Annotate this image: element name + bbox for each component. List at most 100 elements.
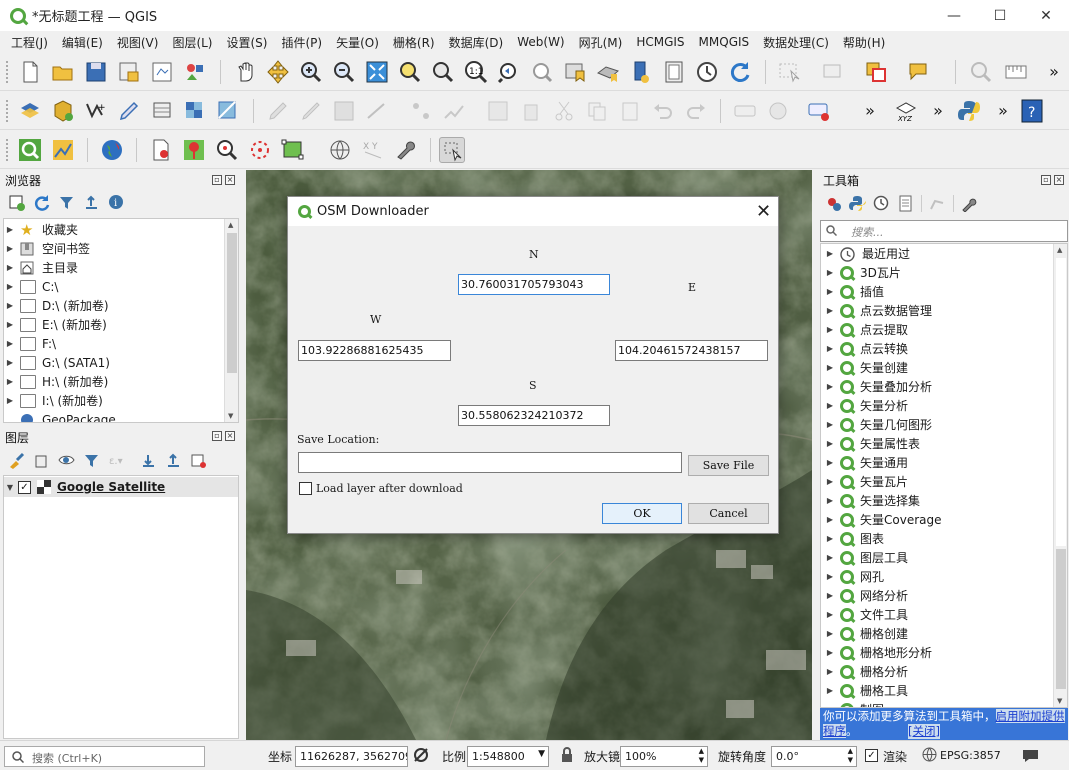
results-viewer-icon[interactable] xyxy=(897,195,914,212)
chevron-right-icon[interactable]: ▶ xyxy=(824,420,836,429)
browser-scrollbar[interactable]: ▲ ▼ xyxy=(224,219,238,422)
history-icon[interactable] xyxy=(873,195,890,212)
label-settings-icon[interactable] xyxy=(806,98,832,124)
menu-item[interactable]: 数据处理(C) xyxy=(756,34,836,51)
chevron-right-icon[interactable]: ▶ xyxy=(824,515,836,524)
zoom-next-icon[interactable] xyxy=(529,59,555,85)
data-source-manager-icon[interactable] xyxy=(17,98,43,124)
layers-float-button[interactable]: ▫ xyxy=(212,431,222,441)
vertex-tool-icon[interactable] xyxy=(408,98,434,124)
xy-tool-icon[interactable]: X Y xyxy=(360,137,386,163)
zoom-full-icon[interactable] xyxy=(364,59,390,85)
chevron-right-icon[interactable]: ▶ xyxy=(824,401,836,410)
new-3d-map-icon[interactable] xyxy=(661,59,687,85)
chevron-right-icon[interactable]: ▶ xyxy=(824,610,836,619)
ok-button[interactable]: OK xyxy=(602,503,682,524)
chevron-right-icon[interactable]: ▶ xyxy=(824,439,836,448)
browser-item[interactable]: ▶ ★ 收藏夹 xyxy=(4,220,238,239)
osm-document-icon[interactable] xyxy=(148,137,174,163)
browser-item[interactable]: ▶ D:\ (新加卷) xyxy=(4,296,238,315)
save-as-icon[interactable] xyxy=(116,59,142,85)
chevron-right-icon[interactable]: ▶ xyxy=(824,458,836,467)
model-designer-icon[interactable] xyxy=(50,137,76,163)
layer-visibility-checkbox[interactable]: ✓ xyxy=(18,480,31,494)
zoom-native-icon[interactable]: 1:1 xyxy=(463,59,489,85)
undo-icon[interactable] xyxy=(650,98,676,124)
browser-item[interactable]: ▶ I:\ (新加卷) xyxy=(4,391,238,410)
cancel-button[interactable]: Cancel xyxy=(688,503,769,524)
chevron-right-icon[interactable]: ▶ xyxy=(824,553,836,562)
lock-scale-icon[interactable] xyxy=(560,747,574,763)
chevron-right-icon[interactable]: ▶ xyxy=(824,363,836,372)
collapse-layers-icon[interactable] xyxy=(165,452,182,469)
cut-icon[interactable] xyxy=(551,98,577,124)
pan-to-selection-icon[interactable] xyxy=(265,59,291,85)
digitize-icon[interactable] xyxy=(116,98,142,124)
menu-item[interactable]: HCMGIS xyxy=(629,35,691,49)
browser-item[interactable]: GeoPackage xyxy=(4,410,238,422)
expand-arrow-icon[interactable]: ▼ xyxy=(4,483,16,492)
zoom-out-icon[interactable] xyxy=(331,59,357,85)
style-manager-icon[interactable] xyxy=(182,59,208,85)
zoom-in-icon[interactable] xyxy=(298,59,324,85)
toolbox-search-input[interactable]: 搜索... xyxy=(820,220,1068,242)
toggle-editing-icon[interactable] xyxy=(265,98,291,124)
chevron-right-icon[interactable]: ▶ xyxy=(824,325,836,334)
browser-item[interactable]: ▶ C:\ xyxy=(4,277,238,296)
toolbox-group-item[interactable]: ▶ 点云转换 xyxy=(821,339,1067,358)
scale-combobox[interactable]: 1:548800 ▼ xyxy=(467,746,549,767)
add-line-icon[interactable] xyxy=(364,98,390,124)
browser-close-button[interactable]: × xyxy=(225,175,235,185)
edit-features-icon[interactable] xyxy=(929,195,946,212)
refresh-icon[interactable] xyxy=(727,59,753,85)
remove-layer-icon[interactable] xyxy=(190,452,207,469)
magnifier-spinbox[interactable]: 100% ▲ ▼ xyxy=(620,746,708,767)
chevron-right-icon[interactable]: ▶ xyxy=(824,268,836,277)
toolbox-group-item[interactable]: ▶ 点云提取 xyxy=(821,320,1067,339)
toolbar-overflow-icon-4[interactable]: » xyxy=(990,98,1016,124)
chevron-right-icon[interactable]: ▶ xyxy=(824,477,836,486)
chevron-right-icon[interactable]: ▶ xyxy=(824,534,836,543)
toggle-extents-icon[interactable] xyxy=(412,746,430,764)
close-window-button[interactable]: ✕ xyxy=(1023,0,1069,31)
coordinate-field[interactable]: 11626287, 3562709 xyxy=(295,746,408,767)
south-input[interactable]: 30.558062324210372 xyxy=(458,405,610,426)
menu-item[interactable]: 设置(S) xyxy=(220,34,275,51)
filter-browser-icon[interactable] xyxy=(58,194,75,211)
pan-map-icon[interactable] xyxy=(232,59,258,85)
layer-row[interactable]: ▼ ✓ Google Satellite xyxy=(4,477,238,497)
deselect-icon[interactable] xyxy=(820,59,846,85)
east-input[interactable]: 104.20461572438157 xyxy=(615,340,768,361)
add-selected-layers-icon[interactable] xyxy=(8,194,25,211)
filter-legend-icon[interactable] xyxy=(83,452,100,469)
save-project-icon[interactable] xyxy=(83,59,109,85)
chevron-right-icon[interactable]: ▶ xyxy=(824,572,836,581)
new-map-view-icon[interactable] xyxy=(628,59,654,85)
chevron-right-icon[interactable]: ▶ xyxy=(824,629,836,638)
toolbox-group-item[interactable]: ▶ 文件工具 xyxy=(821,605,1067,624)
toolbox-group-item[interactable]: ▶ 图层工具 xyxy=(821,548,1067,567)
help-icon[interactable]: ? xyxy=(1019,98,1045,124)
toolbox-group-item[interactable]: ▶ 矢量属性表 xyxy=(821,434,1067,453)
chevron-right-icon[interactable]: ▶ xyxy=(4,339,16,348)
toolbox-group-item[interactable]: ▶ 矢量通用 xyxy=(821,453,1067,472)
properties-info-icon[interactable]: i xyxy=(108,194,125,211)
delete-icon[interactable] xyxy=(518,98,544,124)
chevron-right-icon[interactable]: ▶ xyxy=(4,263,16,272)
modify-attributes-icon[interactable] xyxy=(441,98,467,124)
python-console-icon[interactable] xyxy=(956,98,982,124)
models-gear-icon[interactable] xyxy=(825,195,842,212)
toolbox-group-item[interactable]: ▶ 栅格创建 xyxy=(821,624,1067,643)
copy-icon[interactable] xyxy=(584,98,610,124)
chevron-right-icon[interactable]: ▶ xyxy=(824,648,836,657)
menu-item[interactable]: 数据库(D) xyxy=(442,34,511,51)
select-features-icon[interactable] xyxy=(777,59,803,85)
toolbox-float-button[interactable]: ▫ xyxy=(1041,175,1051,185)
chevron-right-icon[interactable]: ▶ xyxy=(4,358,16,367)
select-extent-icon[interactable] xyxy=(280,137,306,163)
minimize-button[interactable]: — xyxy=(931,0,977,31)
browser-item[interactable]: ▶ 空间书签 xyxy=(4,239,238,258)
browser-item[interactable]: ▶ F:\ xyxy=(4,334,238,353)
menu-item[interactable]: 视图(V) xyxy=(110,34,166,51)
toolbox-group-item[interactable]: ▶ 最近用过 xyxy=(821,244,1067,263)
